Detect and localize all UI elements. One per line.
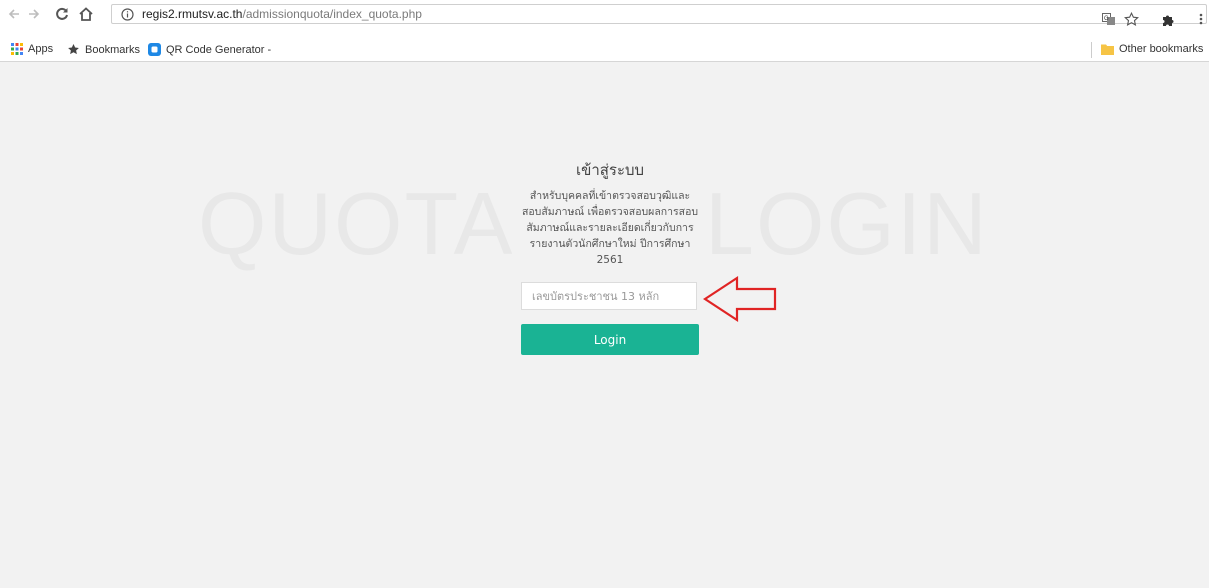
bookmark-bookmarks-label: Bookmarks <box>85 43 141 56</box>
forward-button[interactable] <box>24 4 44 24</box>
url-host: regis2.rmutsv.ac.th <box>142 7 243 21</box>
qr-favicon-icon <box>148 43 161 56</box>
login-button[interactable]: Login <box>521 324 699 355</box>
translate-icon[interactable]: G <box>1102 12 1116 26</box>
bookmark-apps[interactable]: Apps <box>11 43 53 55</box>
puzzle-icon[interactable] <box>1161 12 1176 27</box>
url-text: regis2.rmutsv.ac.th/admissionquota/index… <box>142 7 422 21</box>
bookmark-other-label: Other bookmarks <box>1119 43 1204 55</box>
kebab-menu-icon[interactable] <box>1198 12 1204 26</box>
info-icon <box>121 8 134 21</box>
bookmark-bookmarks[interactable]: Bookmarks <box>67 43 140 56</box>
bookmark-apps-label: Apps <box>28 43 54 55</box>
reload-icon <box>56 7 68 20</box>
home-button[interactable] <box>76 4 96 24</box>
apps-grid-icon <box>11 43 23 55</box>
bookmark-qr-label: QR Code Generator - <box>166 43 272 56</box>
star-icon[interactable] <box>1124 11 1139 27</box>
bookmarks-divider <box>1091 42 1092 58</box>
star-filled-icon <box>68 44 79 55</box>
folder-icon <box>1101 44 1114 55</box>
arrow-left-icon <box>8 9 19 19</box>
home-icon <box>79 7 93 21</box>
address-bar[interactable]: regis2.rmutsv.ac.th/admissionquota/index… <box>111 4 1207 26</box>
omnibox-actions: G <box>1102 9 1204 29</box>
login-title: เข้าสู่ระบบ <box>575 161 645 179</box>
browser-chrome: regis2.rmutsv.ac.th/admissionquota/index… <box>0 0 1209 62</box>
arrow-right-icon <box>29 9 40 19</box>
watermark-login: LOGIN <box>705 174 989 273</box>
bookmark-qr-code-generator[interactable]: QR Code Generator - <box>148 43 271 56</box>
url-path: /admissionquota/index_quota.php <box>242 7 422 21</box>
red-arrow-icon <box>703 275 777 323</box>
bookmark-other[interactable]: Other bookmarks <box>1101 43 1203 55</box>
national-id-input[interactable] <box>521 282 697 310</box>
svg-text:G: G <box>1104 16 1109 22</box>
back-button[interactable] <box>4 4 24 24</box>
reload-button[interactable] <box>52 4 72 24</box>
login-description: สำหรับบุคคลที่เข้าตรวจสอบวุฒิและสอบสัมภา… <box>521 190 699 266</box>
bookmarks-bar: Apps Bookmarks QR Code Generator - Other… <box>0 40 1209 61</box>
watermark-quota: QUOTA <box>198 174 515 273</box>
